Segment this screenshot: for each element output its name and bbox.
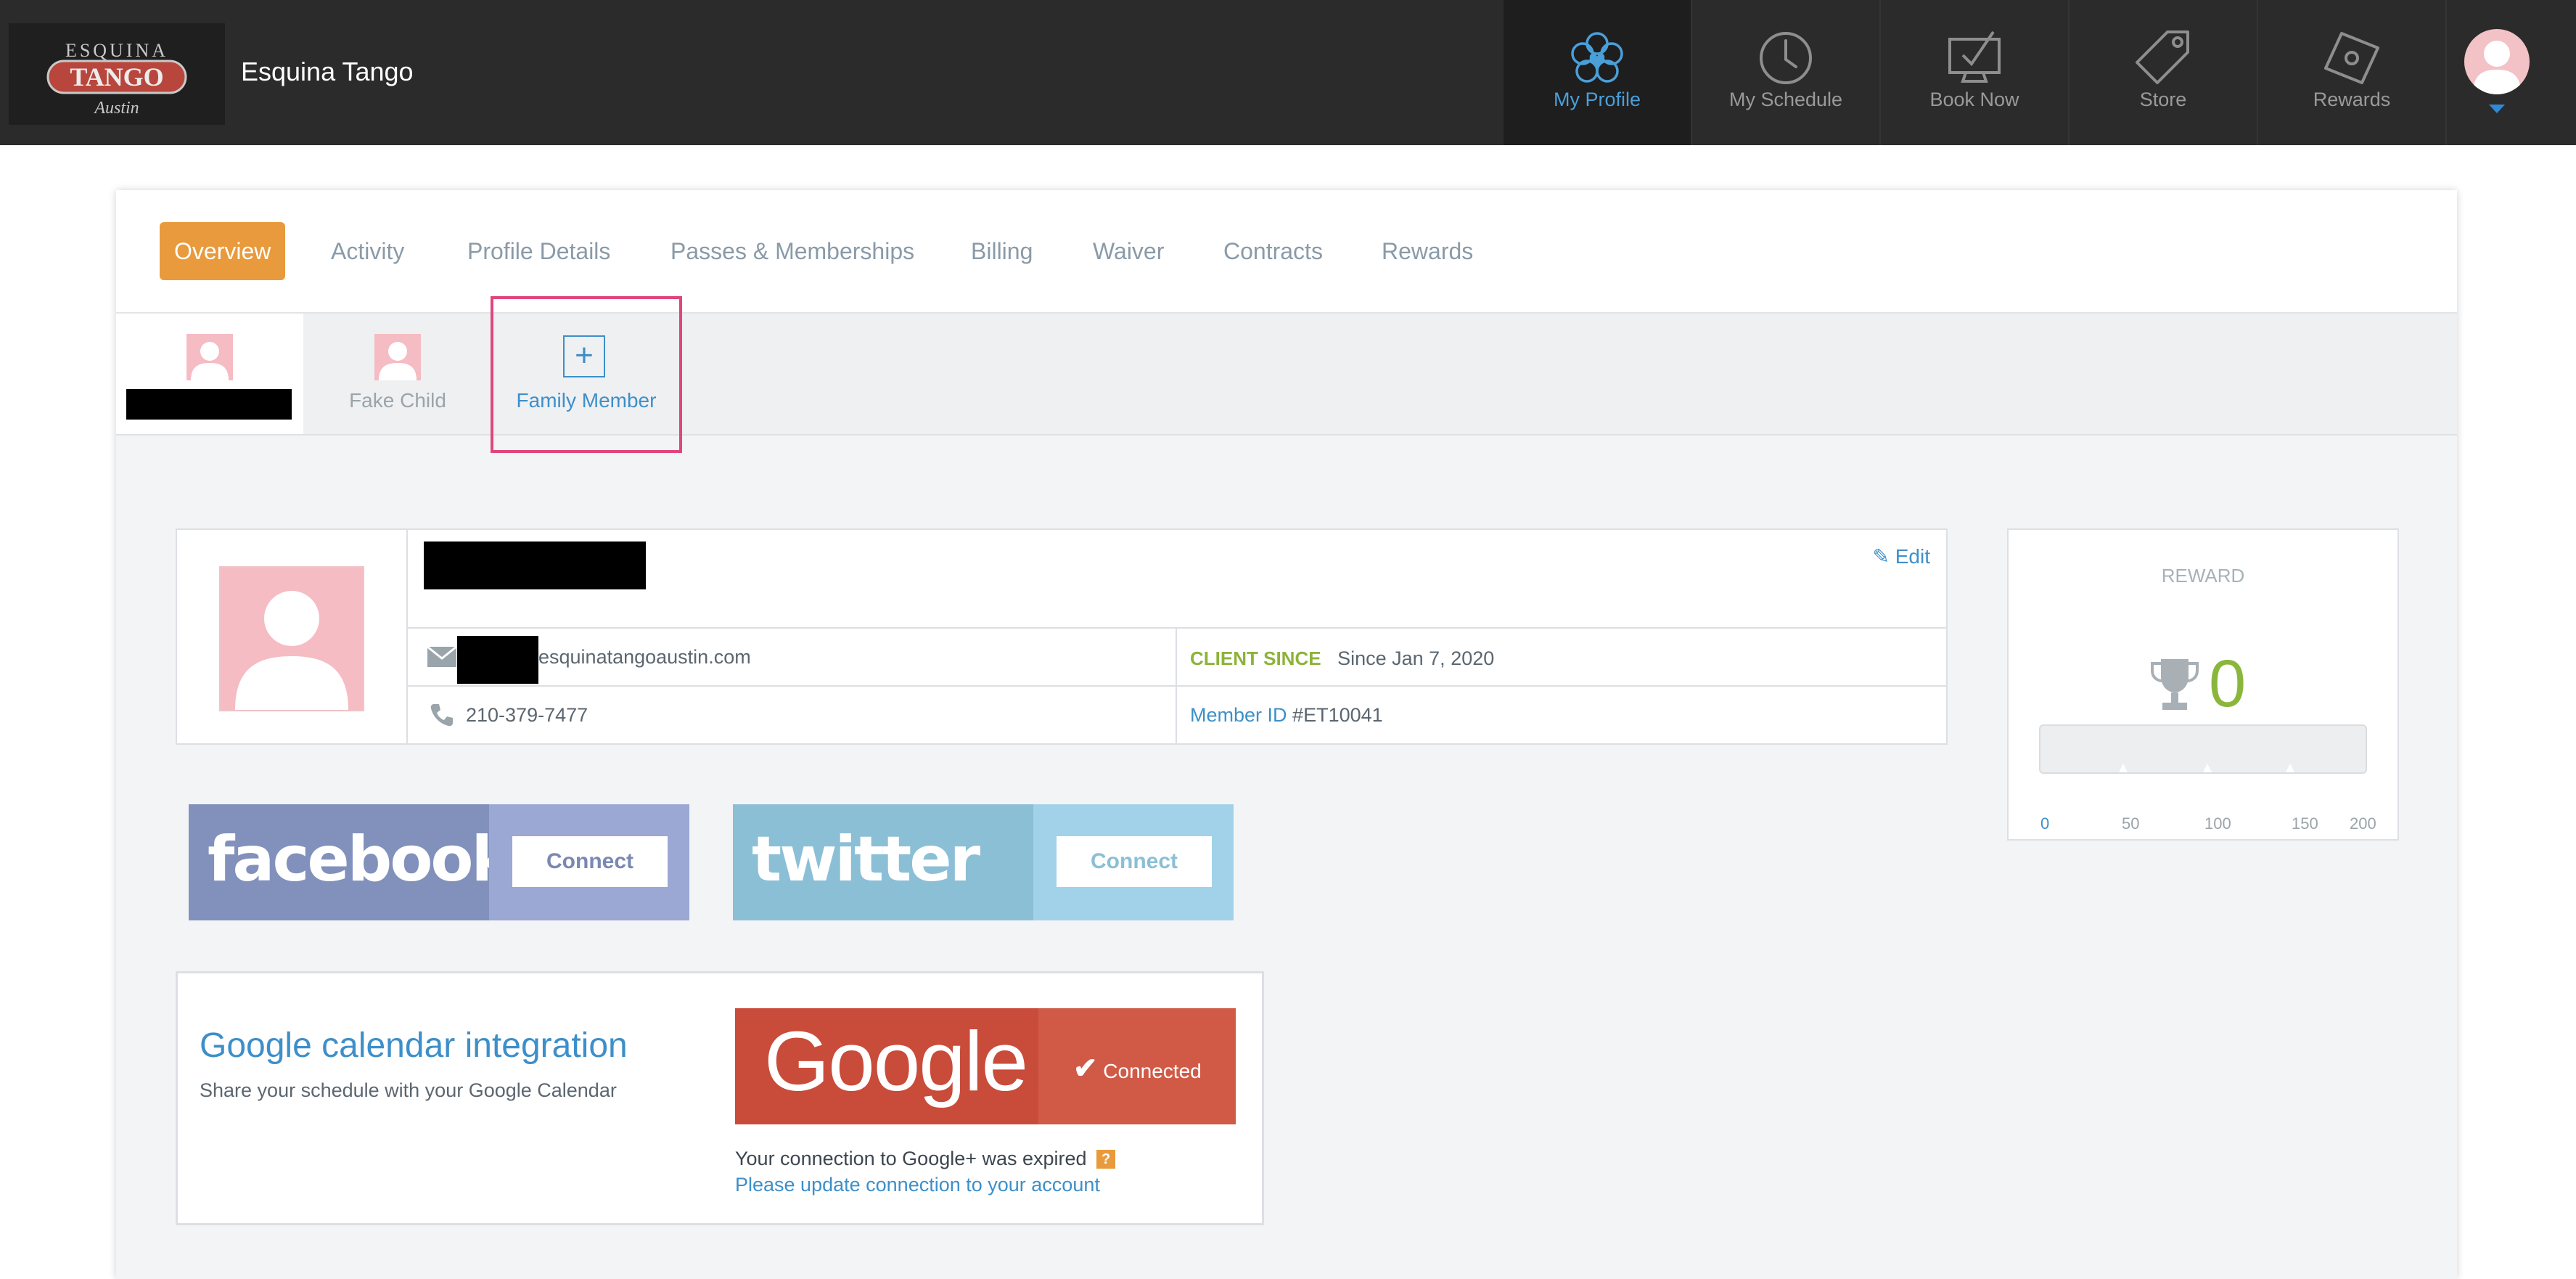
pencil-icon: ✎	[1872, 545, 1890, 568]
tab-waiver[interactable]: Waiver	[1093, 222, 1164, 280]
twitter-connect: twitter Connect	[733, 804, 1234, 920]
chevron-down-icon[interactable]	[2489, 105, 2505, 113]
member-id-value: #ET10041	[1292, 704, 1383, 726]
google-calendar-title: Google calendar integration	[200, 1026, 628, 1065]
nav-label: My Schedule	[1728, 89, 1843, 110]
family-members-row: Fake Child + Family Member	[116, 314, 2457, 436]
brand-name: Esquina Tango	[241, 57, 414, 86]
help-icon[interactable]: ?	[1096, 1150, 1116, 1169]
brand-logo[interactable]: ESQUINA TANGO Austin	[9, 23, 225, 125]
reward-count: 0	[2209, 647, 2247, 721]
reward-progress-bar	[2039, 724, 2367, 774]
envelope-icon	[427, 646, 457, 667]
avatar	[374, 334, 421, 380]
member-name: Fake Child	[349, 389, 446, 412]
nav-book-now[interactable]: Book Now	[1881, 0, 2068, 145]
tag-icon	[2136, 30, 2189, 84]
google-connected-status: ✔ Connected	[1073, 1052, 1202, 1085]
redacted-email	[457, 636, 538, 684]
redacted-name	[424, 542, 646, 589]
tab-overview[interactable]: Overview	[160, 222, 286, 280]
connected-label: Connected	[1103, 1060, 1202, 1082]
heart-flower-icon	[1571, 32, 1623, 83]
phone-number: 210-379-7477	[466, 704, 588, 726]
phone-icon	[430, 704, 453, 727]
trophy-icon	[2151, 659, 2199, 710]
monitor-check-icon	[1948, 30, 2001, 83]
family-member-highlight	[491, 296, 682, 453]
facebook-wordmark: facebook	[208, 823, 513, 896]
client-since: CLIENT SINCE Since Jan 7, 2020	[1190, 647, 1494, 670]
user-avatar-icon[interactable]	[2464, 29, 2530, 94]
reward-widget: REWARD 0 0 50 100 150 200	[2007, 528, 2399, 841]
facebook-logo: facebook	[189, 804, 513, 920]
nav-label: Rewards	[2313, 89, 2391, 110]
facebook-connect: facebook Connect	[189, 804, 689, 920]
member-id-label: Member ID	[1190, 704, 1287, 726]
tab-activity[interactable]: Activity	[331, 222, 404, 280]
nav-store[interactable]: Store	[2070, 0, 2257, 145]
reward-tick: 0	[2040, 814, 2050, 833]
tab-rewards[interactable]: Rewards	[1382, 222, 1473, 280]
reward-title: REWARD	[2161, 565, 2245, 587]
logo-text-top: ESQUINA	[65, 40, 168, 61]
google-connect-button[interactable]: Google ✔ Connected	[735, 1008, 1236, 1124]
connection-expired-message: Your connection to Google+ was expired ?	[735, 1148, 1116, 1170]
nav-label: Book Now	[1929, 89, 2019, 110]
google-calendar-subtitle: Share your schedule with your Google Cal…	[200, 1079, 617, 1101]
twitter-logo: twitter	[733, 804, 1033, 920]
expired-text: Your connection to Google+ was expired	[735, 1148, 1087, 1169]
logo-text-middle: TANGO	[70, 62, 163, 91]
nav-label: Store	[2139, 89, 2187, 110]
profile-summary: ✎ Edit esquinatangoaustin.com CLIENT SIN…	[176, 528, 1948, 745]
tab-passes-memberships[interactable]: Passes & Memberships	[670, 222, 914, 280]
update-connection-link[interactable]: Please update connection to your account	[735, 1174, 1100, 1196]
tab-bar: Overview Activity Profile Details Passes…	[116, 190, 2457, 314]
member-id: Member ID #ET10041	[1190, 704, 1383, 727]
nav-my-schedule[interactable]: My Schedule	[1692, 0, 1879, 145]
edit-label: Edit	[1895, 545, 1930, 568]
google-calendar-integration: Google calendar integration Share your s…	[176, 971, 1264, 1225]
tab-contracts[interactable]: Contracts	[1223, 222, 1323, 280]
tab-profile-details[interactable]: Profile Details	[467, 222, 610, 280]
nav-label: My Profile	[1553, 89, 1641, 110]
reward-tick: 50	[2122, 814, 2140, 833]
clock-icon	[1760, 32, 1812, 84]
member-fake-child[interactable]: Fake Child	[305, 314, 491, 434]
reward-tick: 150	[2292, 814, 2318, 833]
top-navigation-bar: ESQUINA TANGO Austin Esquina Tango My Pr…	[0, 0, 2576, 145]
member-self[interactable]	[116, 314, 303, 434]
client-since-value: Since Jan 7, 2020	[1337, 647, 1495, 669]
logo-text-bottom: Austin	[93, 99, 139, 118]
client-since-label: CLIENT SINCE	[1190, 647, 1321, 669]
facebook-connect-button[interactable]: Connect	[512, 836, 668, 887]
checkmark-icon: ✔	[1073, 1053, 1098, 1084]
twitter-wordmark: twitter	[752, 823, 980, 896]
reward-tick: 100	[2204, 814, 2231, 833]
nav-rewards[interactable]: Rewards	[2258, 0, 2445, 145]
reward-tick: 200	[2350, 814, 2376, 833]
ticket-tag-icon	[2324, 32, 2379, 84]
avatar[interactable]	[219, 566, 364, 711]
twitter-connect-button[interactable]: Connect	[1057, 836, 1212, 887]
profile-photo	[177, 530, 408, 743]
avatar	[186, 334, 233, 380]
nav-my-profile[interactable]: My Profile	[1504, 0, 1691, 145]
edit-profile-button[interactable]: ✎ Edit	[1873, 544, 1931, 568]
tab-billing[interactable]: Billing	[971, 222, 1033, 280]
redacted-name	[126, 389, 292, 420]
email-text: esquinatangoaustin.com	[538, 646, 751, 668]
profile-card: Overview Activity Profile Details Passes…	[116, 190, 2457, 1279]
google-wordmark: Google	[764, 1014, 1028, 1108]
